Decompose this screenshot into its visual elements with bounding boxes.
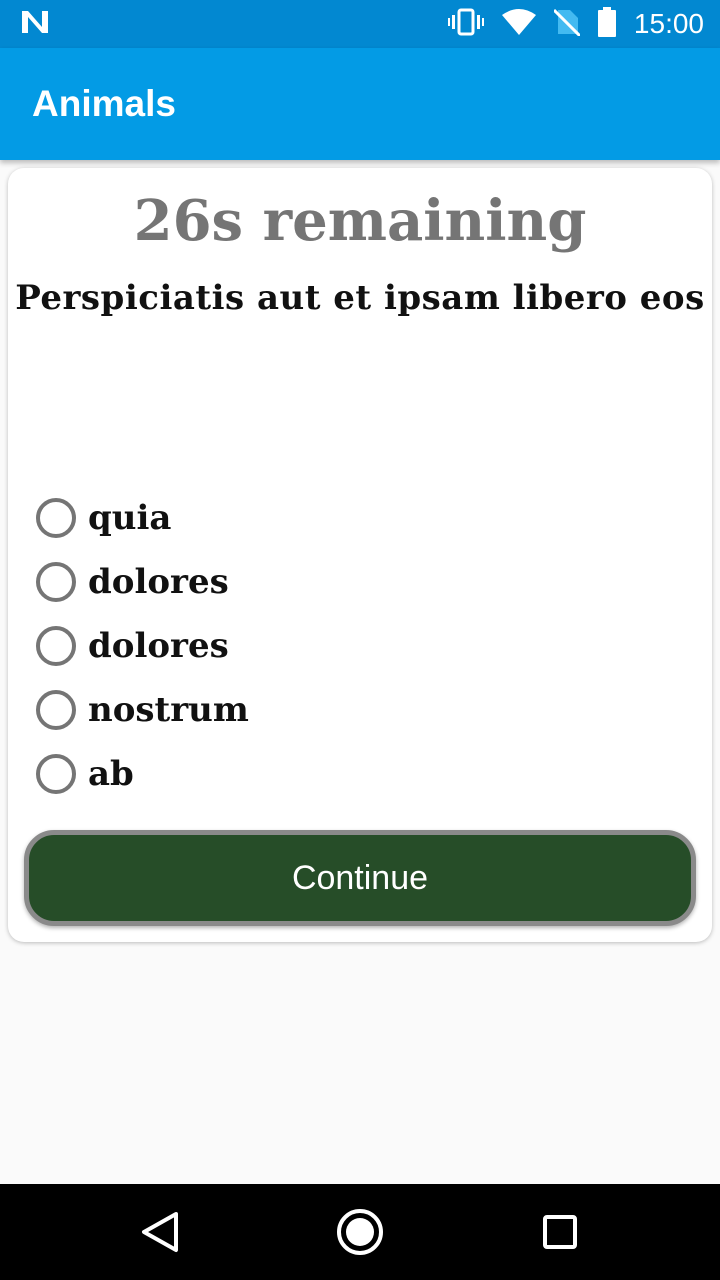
no-sim-icon [552,8,581,41]
option-label: ab [88,754,134,794]
option-item[interactable]: dolores [36,614,249,678]
radio-button[interactable] [36,498,76,538]
options-group: quia dolores dolores nostrum ab [36,486,249,806]
option-label: dolores [88,562,229,602]
option-item[interactable]: dolores [36,550,249,614]
home-icon[interactable] [334,1206,386,1258]
timer-text: 26s remaining [133,188,587,254]
quiz-card: 26s remaining Perspiciatis aut et ipsam … [8,168,712,942]
option-item[interactable]: ab [36,742,249,806]
question-text: Perspiciatis aut et ipsam libero eos [15,278,705,318]
radio-button[interactable] [36,690,76,730]
app-title: Animals [32,83,176,124]
radio-button[interactable] [36,626,76,666]
radio-button[interactable] [36,754,76,794]
recents-icon[interactable] [534,1206,586,1258]
option-label: nostrum [88,690,249,730]
option-item[interactable]: quia [36,486,249,550]
continue-button[interactable]: Continue [24,830,696,926]
wifi-icon [501,8,536,40]
notification-n-icon [20,9,50,40]
status-time: 15:00 [633,8,704,39]
option-label: quia [88,498,172,538]
option-item[interactable]: nostrum [36,678,249,742]
navigation-bar [0,1184,720,1280]
battery-icon [597,6,616,42]
radio-button[interactable] [36,562,76,602]
back-icon[interactable] [134,1206,186,1258]
option-label: dolores [88,626,229,666]
app-bar: Animals [0,48,720,160]
vibrate-icon [447,8,484,41]
status-bar: 15:00 [0,0,720,48]
